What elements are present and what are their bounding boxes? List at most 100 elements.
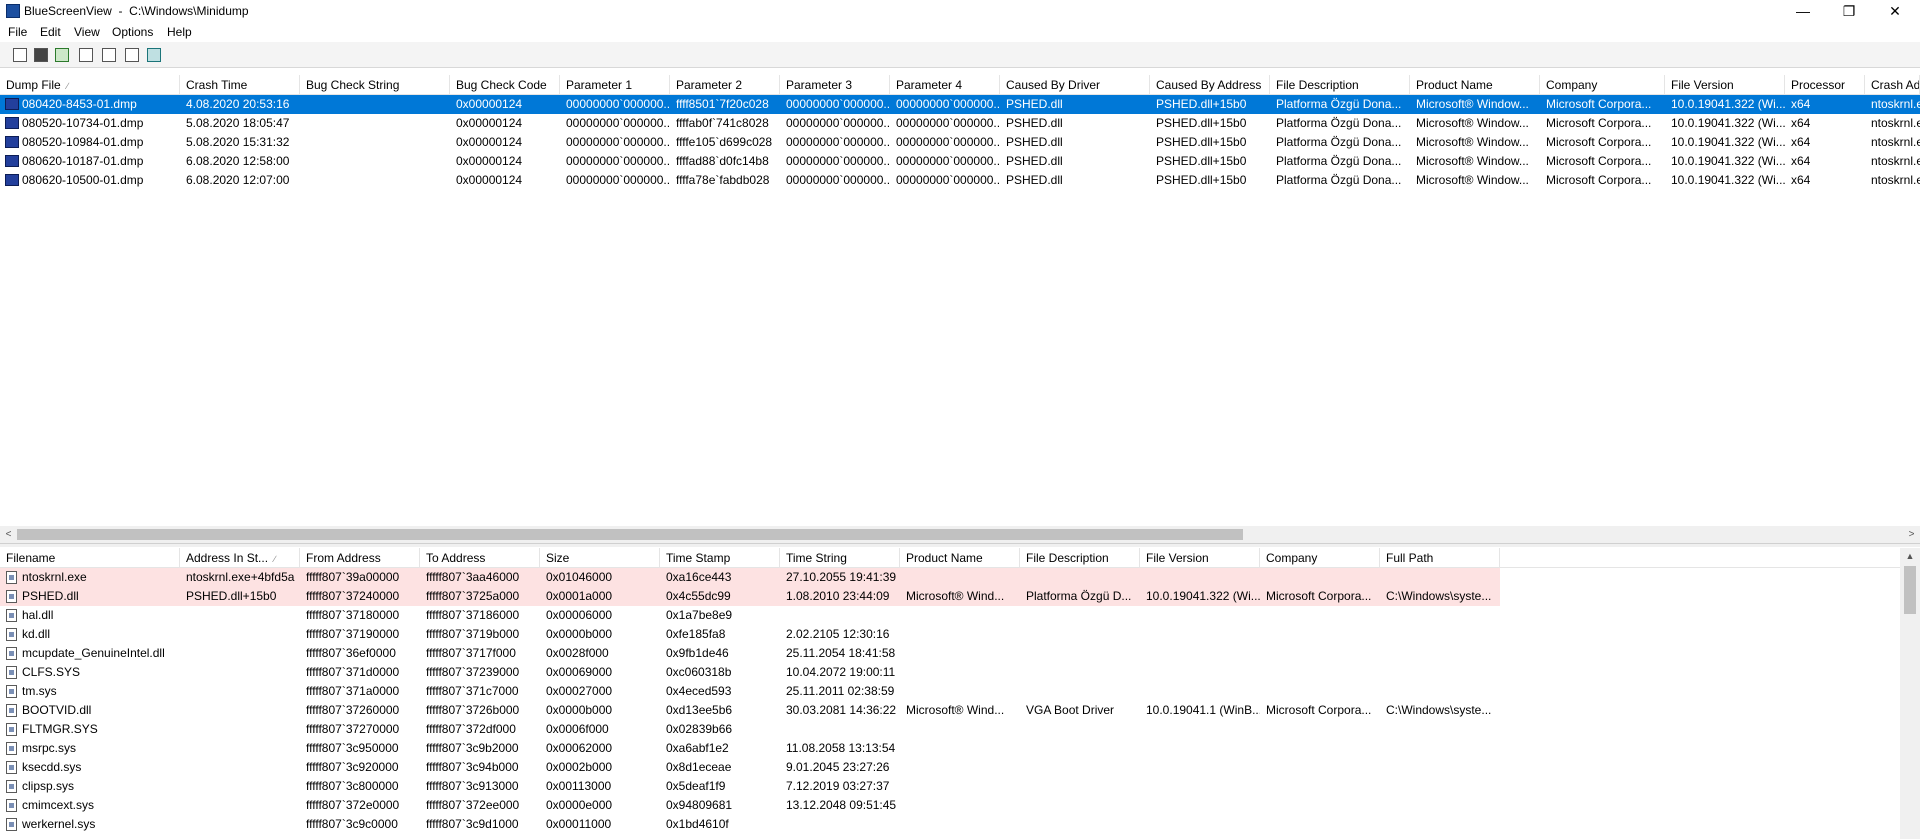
crash-row[interactable]: 080420-8453-01.dmp 4.08.2020 20:53:16 0x00…	[0, 95, 1920, 114]
column-header[interactable]: Parameter 1	[560, 75, 670, 95]
driver-cell: 0x94809681	[666, 798, 733, 812]
crash-cell: 00000000`000000...	[566, 116, 670, 130]
column-header[interactable]: Dump File ∕	[0, 75, 180, 95]
copy-icon[interactable]	[78, 47, 94, 63]
column-header[interactable]: Parameter 2	[670, 75, 780, 95]
column-header[interactable]: Filename	[0, 548, 180, 568]
menu-file[interactable]: File	[6, 25, 29, 39]
column-header[interactable]: Caused By Driver	[1000, 75, 1150, 95]
driver-cell: 0xfe185fa8	[666, 627, 726, 641]
crash-cell: Platforma Özgü Dona...	[1276, 97, 1402, 111]
menu-edit[interactable]: Edit	[38, 25, 63, 39]
driver-row[interactable]: ntoskrnl.exe ntoskrnl.exe+4bfd5a fffff807`…	[0, 568, 1500, 587]
column-header[interactable]: Parameter 3	[780, 75, 890, 95]
crash-cell: Platforma Özgü Dona...	[1276, 116, 1402, 130]
driver-row[interactable]: CLFS.SYS fffff807`371d0000 fffff807`372390…	[0, 663, 1500, 682]
column-header[interactable]: Crash Time	[180, 75, 300, 95]
report-icon[interactable]	[101, 47, 117, 63]
crash-cell: 080420-8453-01.dmp	[22, 97, 137, 111]
save-icon[interactable]	[33, 47, 49, 63]
driver-cell: 0x00006000	[546, 608, 613, 622]
menu-view[interactable]: View	[72, 25, 102, 39]
driver-row[interactable]: PSHED.dll PSHED.dll+15b0 fffff807`37240000…	[0, 587, 1500, 606]
driver-row[interactable]: clipsp.sys fffff807`3c800000 fffff807`3c91…	[0, 777, 1500, 796]
crash-cell: ntoskrnl.e	[1871, 154, 1920, 168]
column-header[interactable]: Bug Check String	[300, 75, 450, 95]
column-header[interactable]: Company	[1540, 75, 1665, 95]
driver-row[interactable]: cmimcext.sys fffff807`372e0000 fffff807`37…	[0, 796, 1500, 815]
scroll-right-icon[interactable]: >	[1903, 526, 1920, 543]
crash-row[interactable]: 080620-10500-01.dmp 6.08.2020 12:07:00 0x0…	[0, 171, 1920, 190]
column-header[interactable]: Caused By Address	[1150, 75, 1270, 95]
crash-list[interactable]: Dump File ∕ Crash Time Bug Check String B…	[0, 75, 1920, 533]
column-header[interactable]: Processor	[1785, 75, 1865, 95]
exit-icon[interactable]	[146, 47, 162, 63]
column-header[interactable]: Product Name	[900, 548, 1020, 568]
crash-cell: Microsoft Corpora...	[1546, 154, 1652, 168]
column-header[interactable]: Company	[1260, 548, 1380, 568]
crash-row[interactable]: 080620-10187-01.dmp 6.08.2020 12:58:00 0x0…	[0, 152, 1920, 171]
column-header[interactable]: Address In St... ∕	[180, 548, 300, 568]
scroll-up-icon[interactable]: ▲	[1900, 548, 1920, 565]
minimize-button[interactable]: —	[1780, 0, 1826, 22]
crash-cell: Microsoft Corpora...	[1546, 97, 1652, 111]
crash-cell: 10.0.19041.322 (Wi...	[1671, 135, 1785, 149]
driver-row[interactable]: BOOTVID.dll fffff807`37260000 fffff807`372…	[0, 701, 1500, 720]
column-header[interactable]: Bug Check Code	[450, 75, 560, 95]
driver-cell	[1380, 815, 1500, 834]
column-header[interactable]: Crash Addr	[1865, 75, 1920, 95]
driver-row[interactable]: hal.dll fffff807`37180000 fffff807`3718600…	[0, 606, 1500, 625]
driver-cell: 0x0002b000	[546, 760, 613, 774]
close-button[interactable]: ✕	[1872, 0, 1918, 22]
vertical-scroll-thumb[interactable]	[1904, 566, 1916, 614]
column-header[interactable]: Size	[540, 548, 660, 568]
horizontal-scroll-thumb[interactable]	[17, 529, 1243, 540]
driver-row[interactable]: kd.dll fffff807`37190000 fffff807`3719b000…	[0, 625, 1500, 644]
driver-row[interactable]: mcupdate_GenuineIntel.dll fffff807`36ef00…	[0, 644, 1500, 663]
menu-help[interactable]: Help	[165, 25, 194, 39]
driver-cell: 11.08.2058 13:13:54	[786, 741, 896, 755]
column-header[interactable]: File Version	[1665, 75, 1785, 95]
horizontal-scrollbar[interactable]: < >	[0, 526, 1920, 543]
driver-cell: fffff807`371d0000	[306, 665, 400, 679]
crash-row[interactable]: 080520-10984-01.dmp 5.08.2020 15:31:32 0x0…	[0, 133, 1920, 152]
driver-row[interactable]: ksecdd.sys fffff807`3c920000 fffff807`3c94…	[0, 758, 1500, 777]
crash-cell: ntoskrnl.e	[1871, 173, 1920, 187]
driver-cell	[1260, 682, 1380, 701]
pane-splitter[interactable]	[0, 543, 1920, 547]
driver-cell: fffff807`37186000	[426, 608, 520, 622]
scroll-left-icon[interactable]: <	[0, 526, 17, 543]
column-header[interactable]: File Version	[1140, 548, 1260, 568]
driver-cell: fffff807`3c950000	[306, 741, 399, 755]
column-header[interactable]: Product Name	[1410, 75, 1540, 95]
crash-row[interactable]: 080520-10734-01.dmp 5.08.2020 18:05:47 0x0…	[0, 114, 1920, 133]
driver-row[interactable]: tm.sys fffff807`371a0000 fffff807`371c7000…	[0, 682, 1500, 701]
column-header[interactable]: From Address	[300, 548, 420, 568]
column-header[interactable]: To Address	[420, 548, 540, 568]
column-header[interactable]: Parameter 4	[890, 75, 1000, 95]
driver-row[interactable]: FLTMGR.SYS fffff807`37270000 fffff807`372d…	[0, 720, 1500, 739]
driver-cell	[1380, 663, 1500, 682]
crash-cell: 5.08.2020 18:05:47	[186, 116, 290, 130]
driver-row[interactable]: msrpc.sys fffff807`3c950000 fffff807`3c9b2…	[0, 739, 1500, 758]
find-icon[interactable]	[124, 47, 140, 63]
column-header[interactable]: File Description	[1020, 548, 1140, 568]
column-header[interactable]: Time String	[780, 548, 900, 568]
driver-list[interactable]: Filename Address In St... ∕ From Address …	[0, 548, 1900, 839]
restore-button[interactable]: ❐	[1826, 0, 1872, 22]
menu-options[interactable]: Options	[110, 25, 155, 39]
crash-cell: Platforma Özgü Dona...	[1276, 135, 1402, 149]
driver-row[interactable]: werkernel.sys fffff807`3c9c0000 fffff807`3…	[0, 815, 1500, 834]
column-header[interactable]: File Description	[1270, 75, 1410, 95]
driver-cell: fffff807`3c9b2000	[426, 741, 519, 755]
driver-cell: 0x00011000	[546, 817, 612, 831]
driver-cell: fffff807`36ef0000	[306, 646, 396, 660]
driver-cell	[1140, 739, 1260, 758]
driver-cell: 0x1bd4610f	[666, 817, 729, 831]
column-header[interactable]: Full Path	[1380, 548, 1500, 568]
vertical-scrollbar[interactable]: ▲	[1900, 548, 1920, 839]
driver-cell	[1020, 815, 1140, 834]
properties-icon[interactable]	[12, 47, 28, 63]
refresh-icon[interactable]	[54, 47, 70, 63]
column-header[interactable]: Time Stamp	[660, 548, 780, 568]
